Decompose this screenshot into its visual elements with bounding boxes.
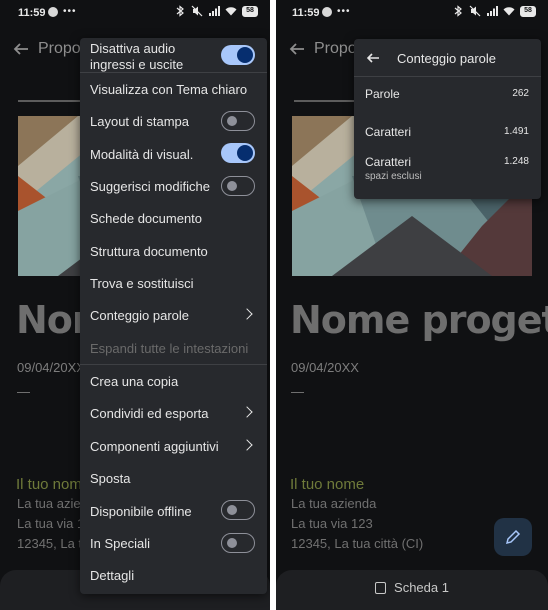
menu-item-word-count[interactable]: Conteggio parole [80,308,267,323]
battery-icon: 58 [520,5,536,17]
starred-toggle[interactable] [221,533,255,553]
document-title: Propo [38,40,81,57]
more-notifications-icon: ••• [63,6,77,17]
back-arrow-icon[interactable] [288,40,306,58]
tab-switcher[interactable]: Scheda 1 [276,580,548,595]
city-address: 12345, La tua città (CI) [291,536,424,551]
menu-item-addons[interactable]: Componenti aggiuntivi [80,439,267,454]
menu-item-make-copy[interactable]: Crea una copia [80,374,267,389]
menu-item-find-replace[interactable]: Trova e sostituisci [80,276,267,291]
document-title: Propo [314,40,357,57]
words-value: 262 [512,88,529,99]
bluetooth-icon [176,5,184,17]
characters-no-spaces-value: 1.248 [503,156,529,167]
document-date: 09/04/20XX [291,360,359,375]
edit-icon [505,529,521,545]
status-time: 11:59 [292,7,320,19]
date-dash: — [291,384,304,399]
bluetooth-icon [454,5,462,17]
words-label: Parole [365,87,400,101]
available-offline-toggle[interactable] [221,500,255,520]
status-bar: 11:59 ••• 58 [276,0,548,26]
menu-item-details[interactable]: Dettagli [80,568,267,583]
author-name: Il tuo nome [290,476,365,493]
telegram-icon [322,6,332,17]
battery-icon: 58 [242,5,258,17]
print-layout-toggle[interactable] [221,111,255,131]
suggest-edits-toggle[interactable] [221,176,255,196]
overflow-menu: Disattiva audio ingressi e uscite Visual… [80,38,267,594]
tab-label: Scheda 1 [394,580,449,595]
view-mode-toggle[interactable] [221,143,255,163]
status-bar: 11:59 ••• 58 [0,0,270,26]
characters-no-spaces-label: Caratteri [365,155,412,169]
mute-audio-toggle[interactable] [221,45,255,65]
wifi-icon [225,7,237,16]
menu-item-document-outline[interactable]: Struttura documento [80,244,267,259]
status-time: 11:59 [18,7,46,19]
edit-fab[interactable] [494,518,532,556]
chevron-right-icon [241,406,253,418]
bottom-bar: Scheda 1 [276,570,548,610]
more-notifications-icon: ••• [337,6,351,17]
chevron-right-icon [241,439,253,451]
word-count-title: Conteggio parole [397,51,497,66]
characters-label: Caratteri [365,125,412,139]
street-address: La tua via 123 [291,516,373,531]
chevron-right-icon [241,308,253,320]
right-screen: 11:59 ••• 58 Propo Nome proge 09/04/20XX… [276,0,548,610]
characters-value: 1.491 [503,126,529,137]
date-dash: — [17,384,30,399]
signal-icon [487,6,498,16]
mute-icon [469,5,481,17]
word-count-panel: Conteggio parole Parole 262 Caratteri 1.… [354,39,541,199]
menu-item-document-tabs[interactable]: Schede documento [80,211,267,226]
back-arrow-icon[interactable] [366,51,380,65]
left-screen: 11:59 ••• 58 Propo Nom 09/04/20XX — Il t… [0,0,270,610]
tab-icon [375,582,387,594]
wifi-icon [503,7,515,16]
company-name: La tua azienda [291,496,377,511]
menu-item-light-theme[interactable]: Visualizza con Tema chiaro [80,82,267,97]
menu-item-expand-headings: Espandi tutte le intestazioni [90,341,249,356]
back-arrow-icon[interactable] [12,40,30,58]
menu-item-move[interactable]: Sposta [80,471,267,486]
document-date: 09/04/20XX [17,360,85,375]
signal-icon [209,6,220,16]
menu-item-share-export[interactable]: Condividi ed esporta [80,406,267,421]
mute-icon [191,5,203,17]
telegram-icon [48,6,58,17]
document-heading: Nome progetto [290,298,548,342]
characters-no-spaces-sub: spazi esclusi [365,171,422,182]
